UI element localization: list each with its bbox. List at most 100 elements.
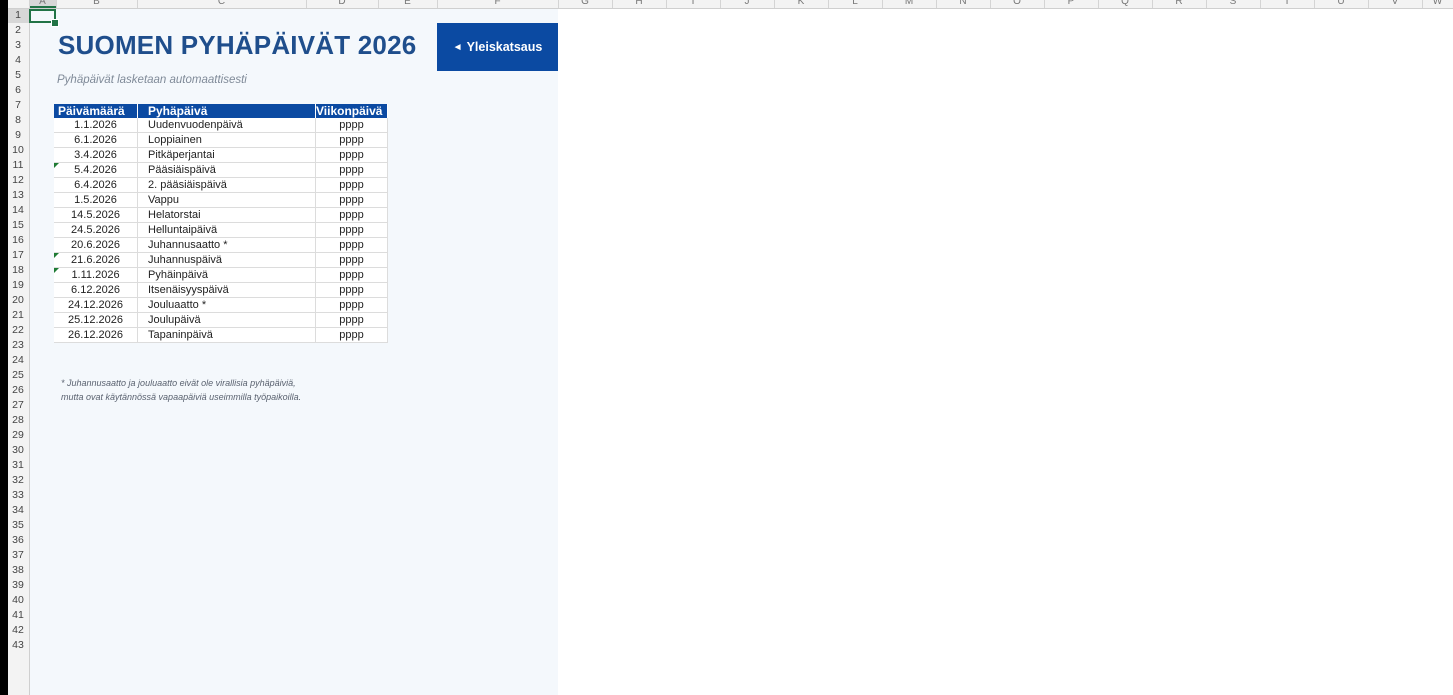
weekday-cell[interactable]: pppp	[315, 177, 388, 193]
column-header-q[interactable]: Q	[1121, 0, 1129, 7]
weekday-cell[interactable]: pppp	[315, 312, 388, 328]
holiday-cell[interactable]: Joulupäivä	[137, 312, 316, 328]
holiday-cell[interactable]: Pitkäperjantai	[137, 147, 316, 163]
row-header-12[interactable]: 12	[8, 173, 28, 188]
column-header-l[interactable]: L	[852, 0, 858, 7]
column-header-m[interactable]: M	[905, 0, 913, 7]
row-header-38[interactable]: 38	[8, 563, 28, 578]
column-header-a[interactable]: A	[39, 0, 46, 7]
date-cell[interactable]: 6.1.2026	[54, 132, 138, 148]
holiday-cell[interactable]: Jouluaatto *	[137, 297, 316, 313]
weekday-cell[interactable]: pppp	[315, 147, 388, 163]
holiday-cell[interactable]: Juhannuspäivä	[137, 252, 316, 268]
column-header-weekday[interactable]: Viikonpäivä	[315, 104, 388, 118]
column-header-t[interactable]: T	[1284, 0, 1290, 7]
row-header-13[interactable]: 13	[8, 188, 28, 203]
row-header-15[interactable]: 15	[8, 218, 28, 233]
column-header-r[interactable]: R	[1175, 0, 1182, 7]
weekday-cell[interactable]: pppp	[315, 222, 388, 238]
row-header-24[interactable]: 24	[8, 353, 28, 368]
column-header-h[interactable]: H	[635, 0, 642, 7]
column-header-holiday[interactable]: Pyhäpäivä	[137, 104, 316, 118]
date-cell[interactable]: 3.4.2026	[54, 147, 138, 163]
column-header-k[interactable]: K	[798, 0, 805, 7]
column-header-s[interactable]: S	[1230, 0, 1237, 7]
date-cell[interactable]: 26.12.2026	[54, 327, 138, 343]
date-cell[interactable]: 6.4.2026	[54, 177, 138, 193]
column-header-w[interactable]: W	[1433, 0, 1442, 7]
row-header-10[interactable]: 10	[8, 143, 28, 158]
weekday-cell[interactable]: pppp	[315, 267, 388, 283]
row-header-1[interactable]: 1	[8, 9, 28, 23]
row-header-25[interactable]: 25	[8, 368, 28, 383]
column-header-o[interactable]: O	[1013, 0, 1021, 7]
column-header-j[interactable]: J	[745, 0, 750, 7]
weekday-cell[interactable]: pppp	[315, 297, 388, 313]
column-header-u[interactable]: U	[1337, 0, 1344, 7]
column-header-p[interactable]: P	[1068, 0, 1075, 7]
date-cell[interactable]: 6.12.2026	[54, 282, 138, 298]
weekday-cell[interactable]: pppp	[315, 207, 388, 223]
row-header-3[interactable]: 3	[8, 38, 28, 53]
row-header-28[interactable]: 28	[8, 413, 28, 428]
row-header-36[interactable]: 36	[8, 533, 28, 548]
date-cell[interactable]: 14.5.2026	[54, 207, 138, 223]
row-header-22[interactable]: 22	[8, 323, 28, 338]
row-header-33[interactable]: 33	[8, 488, 28, 503]
column-header-date[interactable]: Päivämäärä	[54, 104, 138, 118]
row-header-32[interactable]: 32	[8, 473, 28, 488]
date-cell[interactable]: 1.1.2026	[54, 118, 138, 133]
row-header-39[interactable]: 39	[8, 578, 28, 593]
row-header-37[interactable]: 37	[8, 548, 28, 563]
row-header-6[interactable]: 6	[8, 83, 28, 98]
holiday-cell[interactable]: Helluntaipäivä	[137, 222, 316, 238]
date-cell[interactable]: 5.4.2026	[54, 162, 138, 178]
row-header-2[interactable]: 2	[8, 23, 28, 38]
row-header-21[interactable]: 21	[8, 308, 28, 323]
column-header-v[interactable]: V	[1392, 0, 1399, 7]
date-cell[interactable]: 21.6.2026	[54, 252, 138, 268]
row-header-26[interactable]: 26	[8, 383, 28, 398]
holiday-cell[interactable]: Itsenäisyyspäivä	[137, 282, 316, 298]
row-header-27[interactable]: 27	[8, 398, 28, 413]
row-header-9[interactable]: 9	[8, 128, 28, 143]
row-header-31[interactable]: 31	[8, 458, 28, 473]
holiday-cell[interactable]: 2. pääsiäispäivä	[137, 177, 316, 193]
holiday-cell[interactable]: Uudenvuodenpäivä	[137, 118, 316, 133]
column-header-i[interactable]: I	[692, 0, 695, 7]
column-header-n[interactable]: N	[959, 0, 966, 7]
row-header-17[interactable]: 17	[8, 248, 28, 263]
holiday-cell[interactable]: Vappu	[137, 192, 316, 208]
date-cell[interactable]: 1.11.2026	[54, 267, 138, 283]
column-header-e[interactable]: E	[404, 0, 411, 7]
row-header-29[interactable]: 29	[8, 428, 28, 443]
holiday-cell[interactable]: Helatorstai	[137, 207, 316, 223]
row-header-16[interactable]: 16	[8, 233, 28, 248]
row-header-7[interactable]: 7	[8, 98, 28, 113]
weekday-cell[interactable]: pppp	[315, 162, 388, 178]
row-header-4[interactable]: 4	[8, 53, 28, 68]
row-header-43[interactable]: 43	[8, 638, 28, 653]
column-header-c[interactable]: C	[218, 0, 225, 7]
row-header-40[interactable]: 40	[8, 593, 28, 608]
holiday-cell[interactable]: Pyhäinpäivä	[137, 267, 316, 283]
weekday-cell[interactable]: pppp	[315, 252, 388, 268]
column-header-g[interactable]: G	[581, 0, 589, 7]
date-cell[interactable]: 24.12.2026	[54, 297, 138, 313]
row-header-20[interactable]: 20	[8, 293, 28, 308]
holiday-cell[interactable]: Tapaninpäivä	[137, 327, 316, 343]
row-header-14[interactable]: 14	[8, 203, 28, 218]
column-header-b[interactable]: B	[93, 0, 100, 7]
overview-button[interactable]: ◄ Yleiskatsaus	[437, 23, 558, 71]
date-cell[interactable]: 25.12.2026	[54, 312, 138, 328]
weekday-cell[interactable]: pppp	[315, 237, 388, 253]
row-header-42[interactable]: 42	[8, 623, 28, 638]
weekday-cell[interactable]: pppp	[315, 327, 388, 343]
row-header-23[interactable]: 23	[8, 338, 28, 353]
row-header-11[interactable]: 11	[8, 158, 28, 173]
holiday-cell[interactable]: Loppiainen	[137, 132, 316, 148]
fill-handle[interactable]	[51, 19, 59, 27]
date-cell[interactable]: 1.5.2026	[54, 192, 138, 208]
column-header-f[interactable]: F	[494, 0, 500, 7]
weekday-cell[interactable]: pppp	[315, 282, 388, 298]
